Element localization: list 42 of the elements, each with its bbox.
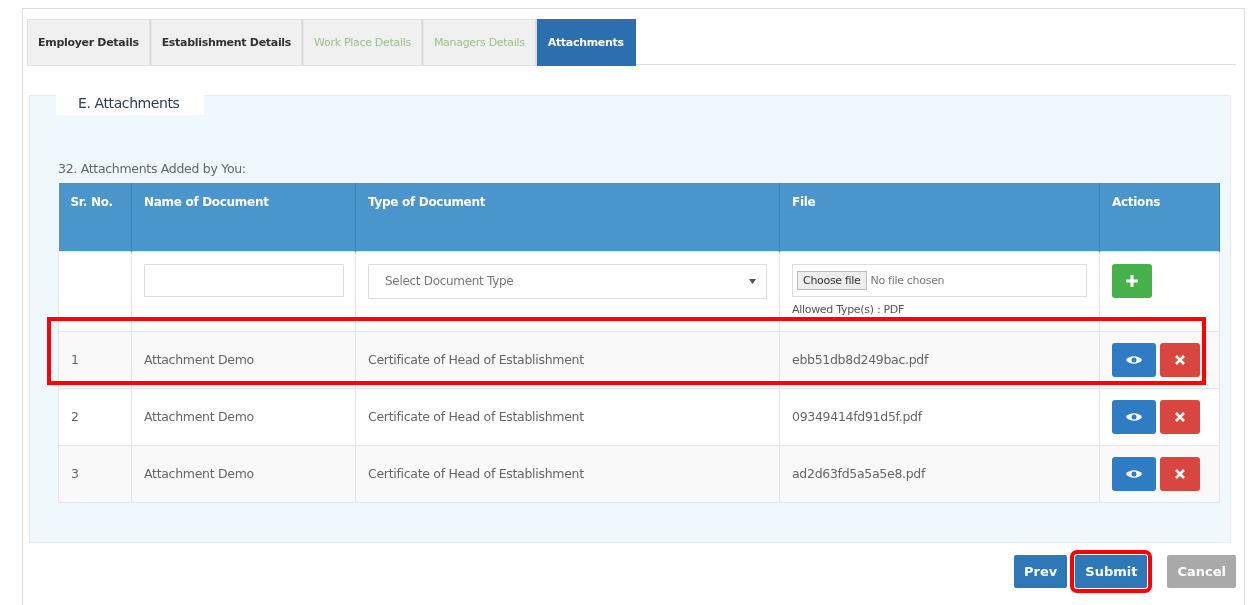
form-button[interactable]: Prev: [1014, 555, 1068, 588]
delete-button[interactable]: [1160, 399, 1200, 434]
table-cell: Certificate of Head of Establishment: [355, 445, 780, 502]
close-icon: [1175, 468, 1185, 479]
view-button[interactable]: [1112, 399, 1156, 434]
close-icon: [1175, 354, 1185, 365]
caret-icon: [749, 278, 756, 284]
plus-icon: [1126, 274, 1138, 287]
table-cell: Attachment Demo: [131, 331, 356, 388]
form-button[interactable]: Cancel: [1167, 555, 1236, 588]
table-cell: Certificate of Head of Establishment: [355, 331, 780, 388]
document-type-dropdown[interactable]: Select Document Type: [368, 263, 767, 299]
eye-icon: [1126, 411, 1142, 422]
view-button[interactable]: [1112, 456, 1156, 491]
tab[interactable]: Establishment Details: [150, 19, 304, 66]
column-header: Name of Document: [144, 195, 269, 209]
table-caption: 32. Attachments Added by You:: [58, 161, 247, 178]
file-hint: Allowed Type(s) : PDF: [792, 302, 906, 313]
eye-icon: [1126, 354, 1142, 365]
table-cell: Attachment Demo: [131, 445, 356, 502]
delete-button[interactable]: [1160, 456, 1200, 491]
column-header: Actions: [1112, 195, 1161, 209]
add-button[interactable]: [1112, 263, 1152, 298]
table-cell: ebb51db8d249bac.pdf: [779, 331, 1100, 388]
file-input-field[interactable]: Choose file No file chosen: [792, 263, 1087, 297]
close-icon: [1175, 411, 1185, 422]
table-cell: 3: [58, 445, 132, 502]
table-cell: ad2d63fd5a5a5e8.pdf: [779, 445, 1100, 502]
table-cell: 2: [58, 388, 132, 445]
column-header: Type of Document: [368, 195, 486, 209]
tab[interactable]: Employer Details: [27, 19, 151, 66]
table-cell: Certificate of Head of Establishment: [355, 388, 780, 445]
delete-button[interactable]: [1160, 342, 1200, 377]
table-cell: Attachment Demo: [131, 388, 356, 445]
column-header: Sr. No.: [70, 195, 113, 209]
tab[interactable]: Attachments: [536, 19, 636, 66]
table-cell: 09349414fd91d5f.pdf: [779, 388, 1100, 445]
column-header: File: [792, 195, 816, 209]
section-title: E. Attachments: [56, 92, 204, 115]
eye-icon: [1126, 468, 1142, 479]
view-button[interactable]: [1112, 342, 1156, 377]
name-input-field[interactable]: [144, 263, 344, 297]
